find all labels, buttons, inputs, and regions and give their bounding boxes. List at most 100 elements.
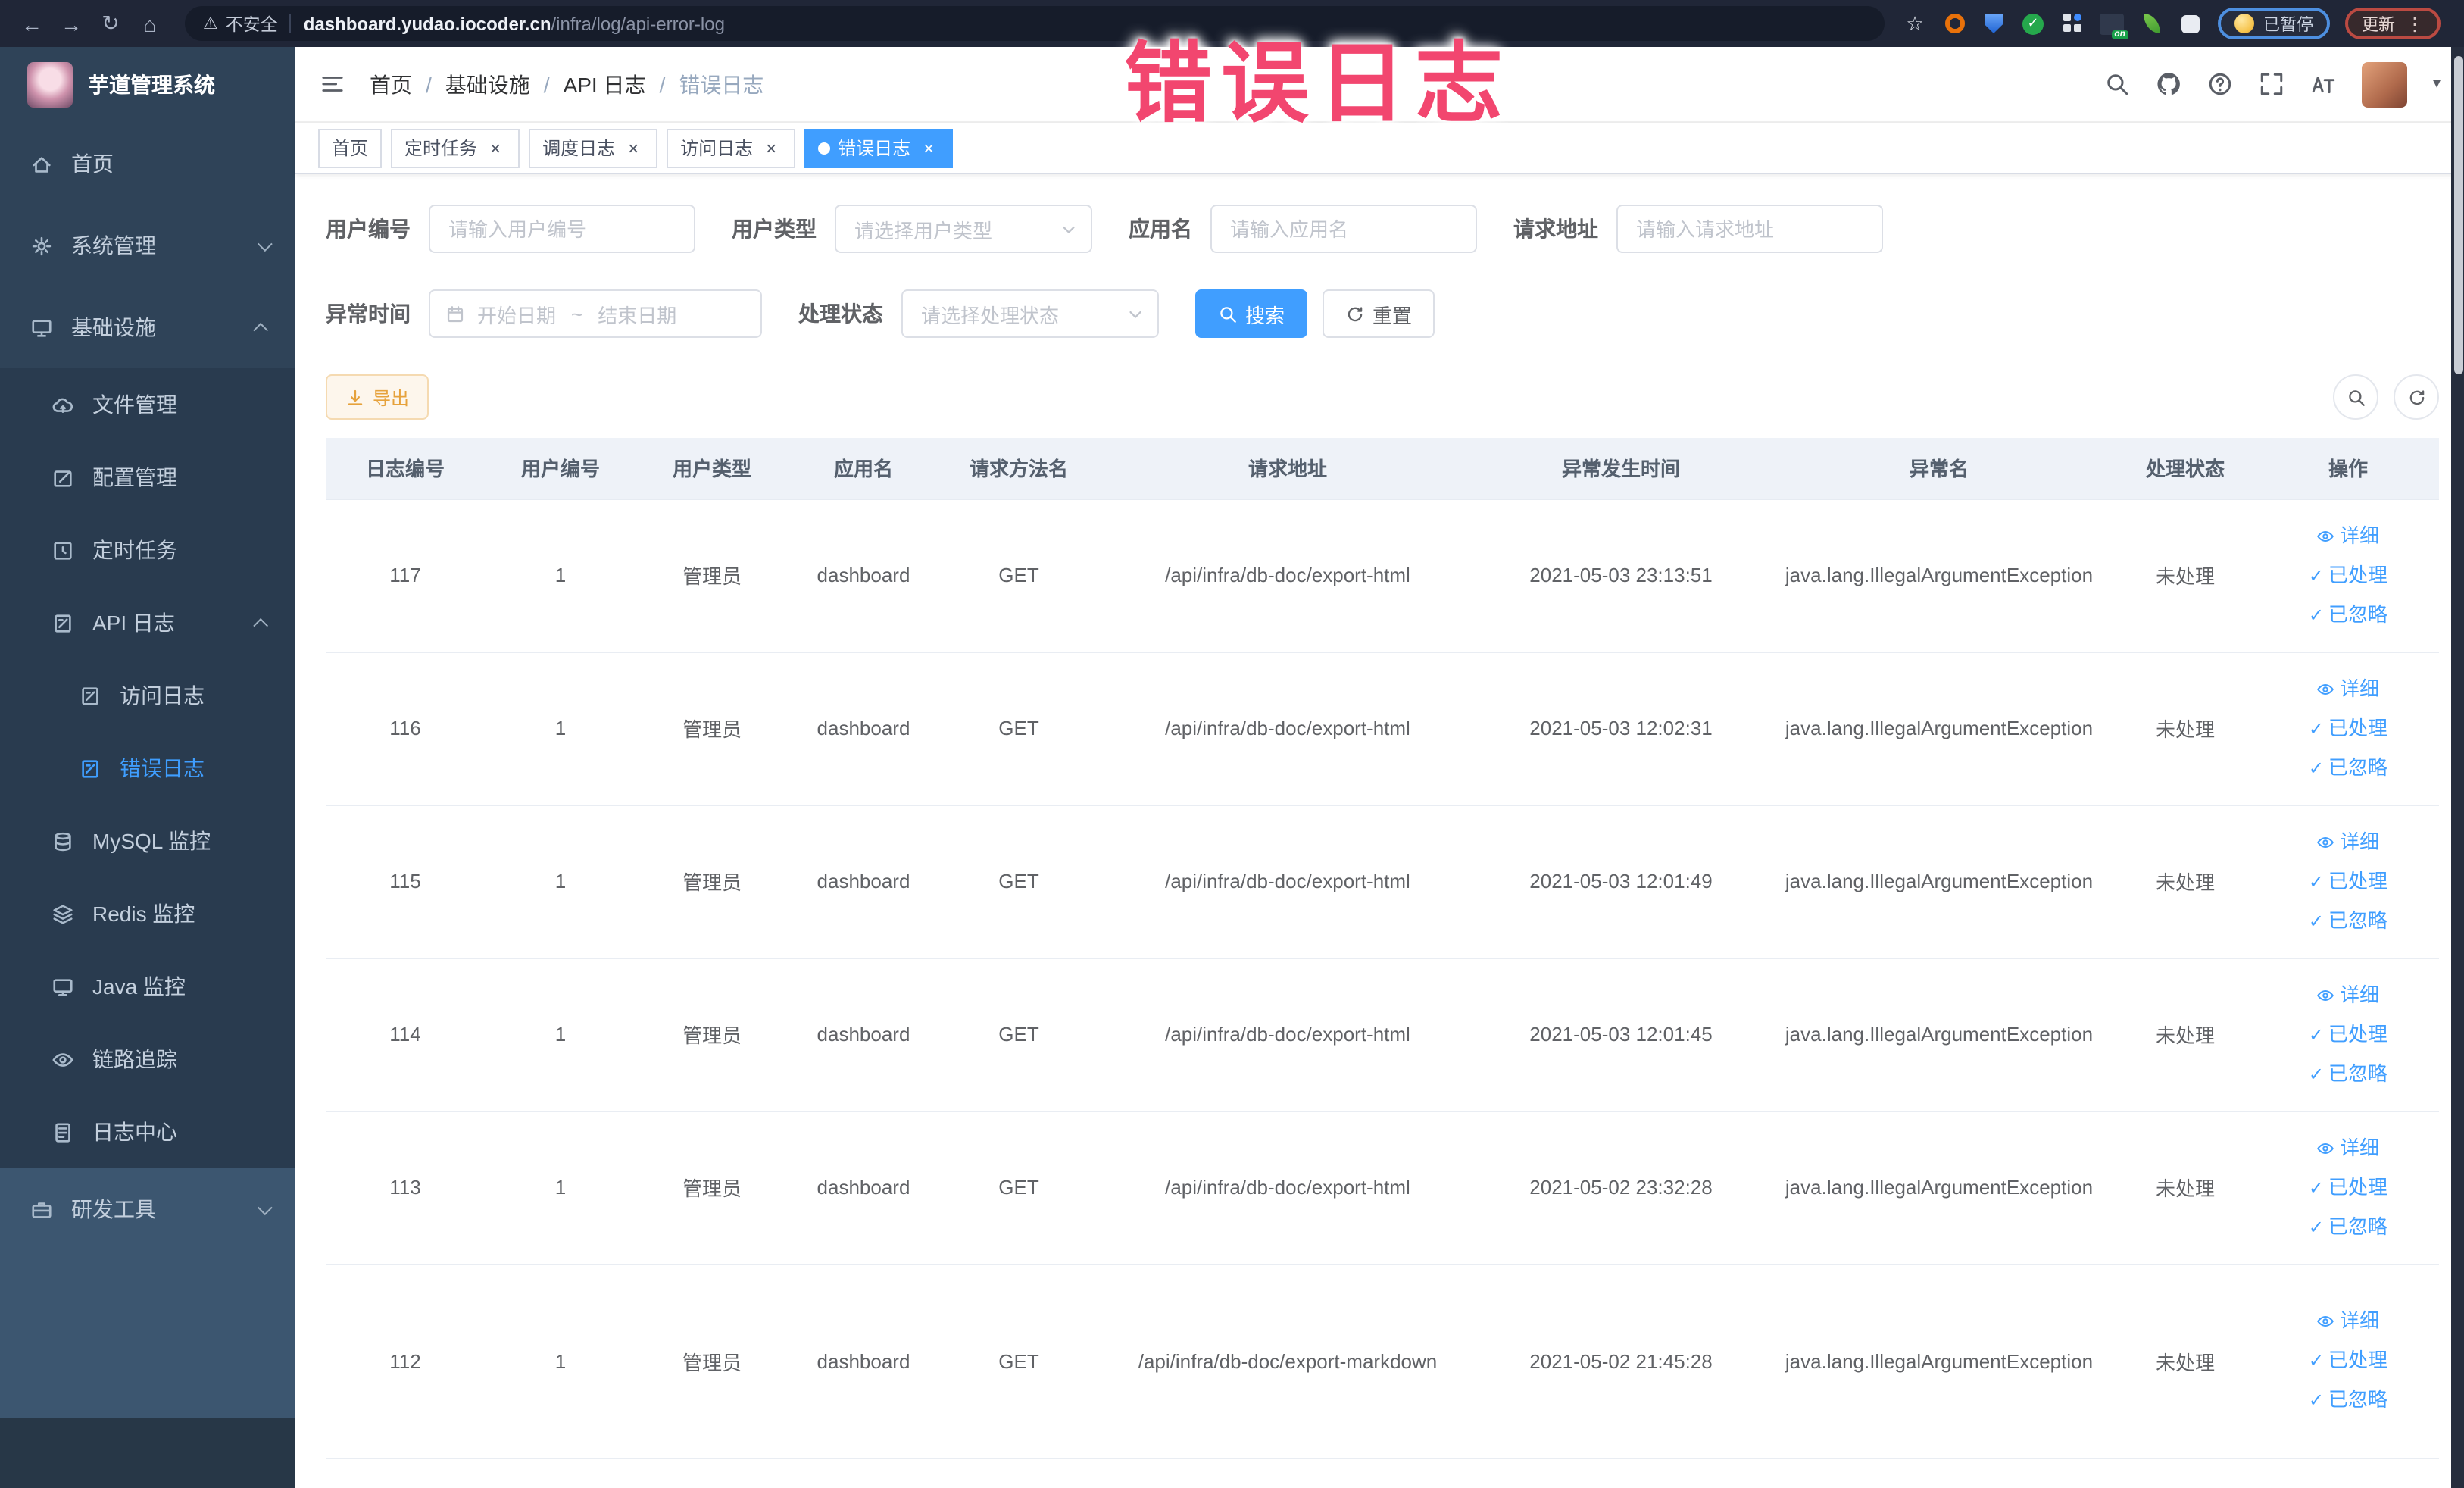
filter-process-status: 处理状态 请选择处理状态: [798, 289, 1159, 338]
help-icon[interactable]: [2207, 71, 2233, 97]
tab-schedule-log[interactable]: 调度日志 ×: [529, 128, 658, 167]
extension-green-check-icon[interactable]: ✓: [2021, 11, 2045, 36]
tab-home[interactable]: 首页: [318, 128, 383, 167]
mark-processed-link[interactable]: ✓ 已处理: [2263, 1014, 2433, 1054]
error-log-table: 日志编号 用户编号 用户类型 应用名 请求方法名 请求地址 异常发生时间 异常名…: [326, 438, 2439, 1458]
close-icon[interactable]: ×: [485, 137, 506, 158]
detail-link[interactable]: 详细: [2263, 975, 2433, 1014]
breadcrumb-api-log[interactable]: API 日志: [564, 69, 646, 99]
mark-ignored-link[interactable]: ✓ 已忽略: [2263, 1207, 2433, 1246]
app-name-input[interactable]: [1210, 205, 1477, 253]
mark-processed-link[interactable]: ✓ 已处理: [2263, 861, 2433, 901]
detail-link[interactable]: 详细: [2263, 1128, 2433, 1168]
sidebar-item-dev-tools[interactable]: 研发工具: [0, 1168, 295, 1250]
mark-ignored-link[interactable]: ✓ 已忽略: [2263, 1054, 2433, 1093]
cell-exception-time: 2021-05-02 21:45:28: [1477, 1264, 1765, 1458]
sidebar-item-api-log[interactable]: API 日志: [0, 586, 295, 659]
avatar[interactable]: [2361, 61, 2407, 107]
sidebar-item-infrastructure[interactable]: 基础设施: [0, 286, 295, 368]
breadcrumb-infrastructure[interactable]: 基础设施: [445, 69, 530, 99]
tab-error-log[interactable]: 错误日志 ×: [804, 128, 954, 167]
sidebar-item-log-center[interactable]: 日志中心: [0, 1096, 295, 1168]
tab-scheduled-jobs[interactable]: 定时任务 ×: [391, 128, 520, 167]
toggle-search-button[interactable]: [2333, 374, 2378, 420]
mark-processed-link[interactable]: ✓ 已处理: [2263, 1341, 2433, 1380]
main-area: 首页 / 基础设施 / API 日志 / 错误日志 ▾ 首页 定时任务 × 调度…: [295, 47, 2464, 1488]
export-button[interactable]: 导出: [326, 374, 429, 420]
mark-ignored-link[interactable]: ✓ 已忽略: [2263, 901, 2433, 940]
refresh-table-button[interactable]: [2394, 374, 2439, 420]
mark-processed-link[interactable]: ✓ 已处理: [2263, 555, 2433, 595]
ignored-link-label: 已忽略: [2328, 602, 2388, 625]
sidebar-item-scheduled-jobs[interactable]: 定时任务: [0, 514, 295, 586]
close-icon[interactable]: ×: [760, 137, 782, 158]
page-scrollbar[interactable]: [2451, 47, 2464, 1488]
detail-link[interactable]: 详细: [2263, 516, 2433, 555]
address-bar[interactable]: ⚠ 不安全 dashboard.yudao.iocoder.cn/infra/l…: [185, 6, 1885, 41]
scrollbar-thumb[interactable]: [2453, 56, 2462, 374]
sidebar-item-error-log[interactable]: 错误日志: [0, 732, 295, 805]
sidebar-item-file-management[interactable]: 文件管理: [0, 368, 295, 441]
browser-forward-icon[interactable]: →: [55, 7, 88, 40]
security-chip[interactable]: ⚠ 不安全: [203, 11, 278, 36]
mark-ignored-link[interactable]: ✓ 已忽略: [2263, 1380, 2433, 1420]
extensions-puzzle-icon[interactable]: [2178, 11, 2203, 36]
sidebar-toggle-icon[interactable]: [320, 71, 345, 97]
sidebar-item-home[interactable]: 首页: [0, 123, 295, 205]
close-icon[interactable]: ×: [623, 137, 644, 158]
cell-process-status: 未处理: [2113, 652, 2257, 805]
request-url-input[interactable]: [1616, 205, 1883, 253]
mark-processed-link[interactable]: ✓ 已处理: [2263, 1168, 2433, 1207]
sidebar-item-label: Java 监控: [92, 974, 186, 999]
sidebar-item-label: 日志中心: [92, 1120, 177, 1144]
sidebar-logo[interactable]: 芋道管理系统: [0, 47, 295, 123]
filter-request-url: 请求地址: [1513, 205, 1883, 253]
sidebar-item-java-monitor[interactable]: Java 监控: [0, 950, 295, 1023]
detail-link[interactable]: 详细: [2263, 1302, 2433, 1341]
user-id-input[interactable]: [429, 205, 695, 253]
mark-ignored-link[interactable]: ✓ 已忽略: [2263, 748, 2433, 787]
extension-shield-icon[interactable]: [1982, 11, 2006, 36]
sidebar-item-system-management[interactable]: 系统管理: [0, 205, 295, 286]
detail-link[interactable]: 详细: [2263, 669, 2433, 708]
avatar-caret-down-icon[interactable]: ▾: [2433, 76, 2441, 92]
font-size-icon[interactable]: [2310, 71, 2336, 97]
kebab-menu-icon[interactable]: ⋮: [2406, 13, 2424, 34]
extension-leaf-icon[interactable]: [2139, 11, 2163, 36]
logo-avatar: [27, 62, 73, 108]
sidebar-item-access-log[interactable]: 访问日志: [0, 659, 295, 732]
detail-link-label: 详细: [2339, 1136, 2379, 1158]
close-icon[interactable]: ×: [918, 137, 939, 158]
browser-back-icon[interactable]: ←: [15, 7, 48, 40]
sidebar-item-mysql-monitor[interactable]: MySQL 监控: [0, 805, 295, 877]
extension-on-badge-icon[interactable]: on: [2100, 11, 2128, 39]
fullscreen-icon[interactable]: [2259, 71, 2284, 97]
extension-orange-icon[interactable]: [1942, 11, 1966, 36]
detail-link[interactable]: 详细: [2263, 822, 2433, 861]
refresh-icon: [2406, 387, 2426, 407]
mark-ignored-link[interactable]: ✓ 已忽略: [2263, 595, 2433, 634]
update-button[interactable]: 更新 ⋮: [2345, 8, 2441, 39]
search-button[interactable]: 搜索: [1195, 289, 1308, 338]
sidebar-item-redis-monitor[interactable]: Redis 监控: [0, 877, 295, 950]
user-type-select[interactable]: 请选择用户类型: [835, 205, 1092, 253]
mark-processed-link[interactable]: ✓ 已处理: [2263, 708, 2433, 748]
briefcase-icon: [30, 1198, 53, 1221]
tab-access-log[interactable]: 访问日志 ×: [667, 128, 796, 167]
exception-time-range-picker[interactable]: 开始日期 ~ 结束日期: [429, 289, 762, 338]
reset-button[interactable]: 重置: [1323, 289, 1435, 338]
breadcrumb-home[interactable]: 首页: [370, 69, 412, 99]
sidebar-item-trace[interactable]: 链路追踪: [0, 1023, 295, 1096]
github-icon[interactable]: [2156, 71, 2181, 97]
search-icon[interactable]: [2104, 71, 2130, 97]
process-status-select[interactable]: 请选择处理状态: [901, 289, 1159, 338]
paused-badge[interactable]: 已暂停: [2218, 8, 2330, 39]
browser-reload-icon[interactable]: ↻: [94, 7, 127, 40]
emoji-face-icon: [2234, 14, 2254, 33]
extension-grid-icon[interactable]: [2060, 11, 2085, 36]
bookmark-star-icon[interactable]: ☆: [1903, 11, 1927, 36]
browser-home-icon[interactable]: ⌂: [133, 7, 167, 40]
table-row: 112 1 管理员 dashboard GET /api/infra/db-do…: [326, 1264, 2439, 1458]
table-toolbar: 导出: [326, 374, 2439, 420]
sidebar-item-config-management[interactable]: 配置管理: [0, 441, 295, 514]
